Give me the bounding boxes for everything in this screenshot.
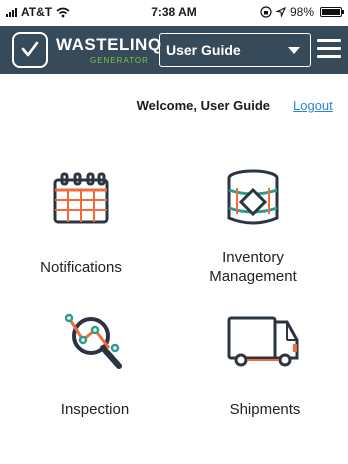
logo-check-icon [21,41,39,57]
magnifier-chart-icon [65,313,122,369]
tile-shipments[interactable]: Shipments [190,312,340,432]
status-bar: AT&T 7:38 AM 98% [0,0,348,26]
tile-inventory-management[interactable]: Inventory Management [178,168,328,288]
logo-icon[interactable] [12,32,48,68]
battery-percent: 98% [289,5,314,19]
chevron-down-icon [288,47,300,54]
logout-link[interactable]: Logout [293,98,333,113]
tile-shipments-label: Shipments [229,401,301,418]
app-header: WASTELINQ GENERATOR User Guide [0,26,348,74]
welcome-text: Welcome, User Guide [136,98,270,113]
tile-inspection[interactable]: Inspection [20,312,170,432]
inventory-drum-icon [227,169,279,225]
brand-name: WASTELINQ [56,35,162,54]
user-select[interactable]: User Guide [159,33,311,67]
hamburger-menu-icon[interactable] [317,39,341,59]
battery-icon [320,7,344,17]
status-right: 98% [260,5,344,19]
battery-fill [322,9,340,15]
tile-inventory-label: Inventory Management [209,249,297,285]
tile-notifications[interactable]: Notifications [6,170,156,290]
tile-inspection-label: Inspection [60,401,130,418]
lock-rotation-icon [260,6,272,18]
brand-tagline: GENERATOR [90,56,149,65]
calendar-icon [53,172,109,224]
tile-notifications-label: Notifications [40,259,122,276]
user-select-value: User Guide [166,42,241,58]
location-icon [275,7,286,17]
truck-icon [227,316,299,367]
